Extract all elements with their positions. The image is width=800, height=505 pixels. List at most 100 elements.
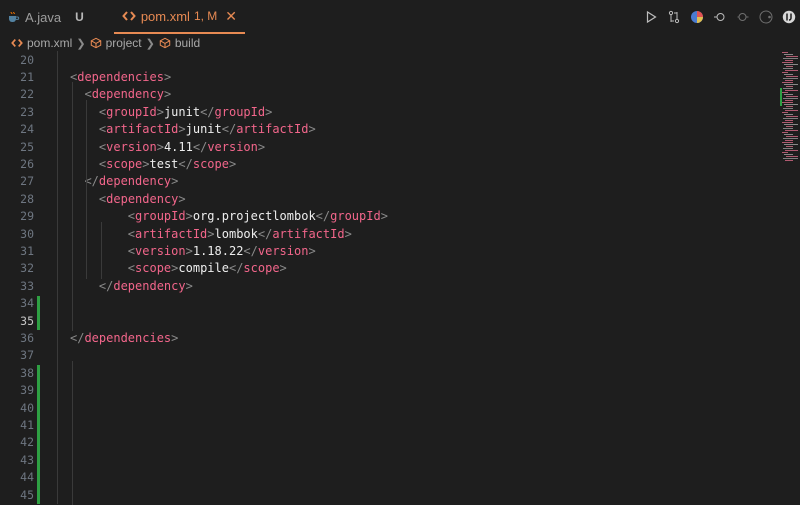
run-icon[interactable] <box>644 10 658 24</box>
code-text: <version>1.18.22</version> <box>127 244 316 259</box>
tab-pom-xml[interactable]: pom.xml 1, M ✕ <box>113 0 246 34</box>
code-line-30[interactable]: 30 <artifactId>lombok</artifactId> <box>0 225 780 242</box>
go-back-icon[interactable] <box>713 10 727 24</box>
minimap-line <box>785 90 798 91</box>
code-editor[interactable]: 20 21 <dependencies> 22 <dependency> 23 <gro… <box>0 51 800 505</box>
code-line-36[interactable]: 36 </dependencies> <box>0 329 780 346</box>
editor-toolbar <box>644 0 796 34</box>
line-number: 20 <box>20 52 34 67</box>
code-line-29[interactable]: 29 <groupId>org.projectlombok</groupId> <box>0 208 780 225</box>
code-line-43[interactable]: 43 <box>0 451 780 468</box>
code-line-23[interactable]: 23 <groupId>junit</groupId> <box>0 103 780 120</box>
code-line-39[interactable]: 39 <box>0 382 780 399</box>
code-line-32[interactable]: 32 <scope>compile</scope> <box>0 260 780 277</box>
breadcrumb-project[interactable]: project <box>90 36 142 50</box>
code-line-20[interactable]: 20 <box>0 51 780 68</box>
code-line-21[interactable]: 21 <dependencies> <box>0 68 780 85</box>
minimap-line <box>785 60 793 61</box>
code-line-44[interactable]: 44 <box>0 469 780 486</box>
compare-changes-icon[interactable] <box>667 10 681 24</box>
git-added-marker[interactable] <box>37 452 40 470</box>
git-added-marker[interactable] <box>37 434 40 453</box>
indent-guide <box>100 221 102 280</box>
indent-guide <box>72 82 73 332</box>
code-line-45[interactable]: 45 <box>0 486 780 503</box>
git-added-marker[interactable] <box>37 313 40 331</box>
code-line-28[interactable]: 28 <dependency> <box>0 190 780 207</box>
line-number: 42 <box>20 435 34 450</box>
minimap-line <box>784 84 798 85</box>
line-number: 31 <box>20 244 34 259</box>
git-added-marker[interactable] <box>37 365 40 383</box>
minimap-line <box>785 100 793 101</box>
git-added-marker[interactable] <box>37 417 40 435</box>
indent-guide <box>72 360 73 505</box>
minimap-line <box>786 56 798 57</box>
git-added-marker[interactable] <box>37 295 40 313</box>
code-line-37[interactable]: 37 <box>0 347 780 364</box>
git-branch-compass-icon[interactable] <box>782 10 796 24</box>
close-icon[interactable]: ✕ <box>225 8 237 25</box>
code-line-31[interactable]: 31 <version>1.18.22</version> <box>0 242 780 259</box>
go-forward-icon[interactable] <box>736 10 750 24</box>
minimap-line <box>785 120 793 121</box>
minimap-line <box>786 126 793 127</box>
breadcrumb-pom-xml[interactable]: pom.xml <box>11 36 72 50</box>
minimap-line <box>783 98 798 99</box>
minimap-line <box>782 102 793 103</box>
code-text: <artifactId>junit</artifactId> <box>98 122 316 137</box>
minimap-line <box>786 116 798 117</box>
git-added-marker[interactable] <box>37 382 40 400</box>
java-cup-icon <box>9 11 20 22</box>
minimap-line <box>786 76 798 77</box>
line-number: 28 <box>20 191 34 206</box>
minimap-line <box>782 62 793 63</box>
git-added-marker[interactable] <box>37 487 40 505</box>
git-added-marker[interactable] <box>37 469 40 487</box>
minimap-line <box>783 158 798 159</box>
code-line-34[interactable]: 34 <box>0 295 780 312</box>
breadcrumb-build[interactable]: build <box>159 36 200 50</box>
line-number: 27 <box>20 174 34 189</box>
code-line-40[interactable]: 40 <box>0 399 780 416</box>
minimap[interactable] <box>780 52 800 172</box>
minimap-line <box>784 114 793 115</box>
code-line-25[interactable]: 25 <version>4.11</version> <box>0 138 780 155</box>
minimap-line <box>785 110 798 111</box>
code-line-33[interactable]: 33 </dependency> <box>0 277 780 294</box>
minimap-line <box>782 142 793 143</box>
minimap-line <box>782 92 788 93</box>
line-number: 34 <box>20 296 34 311</box>
breadcrumb-label: build <box>174 36 201 50</box>
code-line-26[interactable]: 26 <scope>test</scope> <box>0 155 780 172</box>
code-line-42[interactable]: 42 <box>0 434 780 451</box>
code-line-41[interactable]: 41 <box>0 416 780 433</box>
minimap-line <box>786 86 793 87</box>
line-number: 36 <box>20 331 34 346</box>
indent-guide <box>86 99 88 280</box>
line-number: 38 <box>20 365 34 380</box>
tab-a-java[interactable]: A.java U <box>0 0 94 34</box>
code-text: <scope>compile</scope> <box>127 261 287 276</box>
code-line-35[interactable]: 35 <box>0 312 780 329</box>
code-line-27[interactable]: 27 </dependency> <box>0 173 780 190</box>
more-actions-icon[interactable] <box>759 10 773 24</box>
minimap-line <box>782 52 788 53</box>
line-number: 24 <box>20 122 34 137</box>
git-added-marker[interactable] <box>37 400 40 418</box>
minimap-line <box>785 130 798 131</box>
code-line-24[interactable]: 24 <artifactId>junit</artifactId> <box>0 121 780 138</box>
minimap-line <box>785 80 793 81</box>
minimap-line <box>786 106 793 107</box>
minimap-line <box>786 146 793 147</box>
minimap-line <box>786 96 798 97</box>
xml-brackets-icon <box>11 39 23 47</box>
minimap-line <box>783 68 793 69</box>
minimap-line <box>783 58 798 59</box>
color-picker-icon[interactable] <box>690 10 704 24</box>
code-line-38[interactable]: 38 <box>0 364 780 381</box>
code-text: <dependencies> <box>70 70 172 85</box>
code-line-22[interactable]: 22 <dependency> <box>0 86 780 103</box>
breadcrumb-label: pom.xml <box>27 36 73 50</box>
minimap-line <box>783 88 793 89</box>
